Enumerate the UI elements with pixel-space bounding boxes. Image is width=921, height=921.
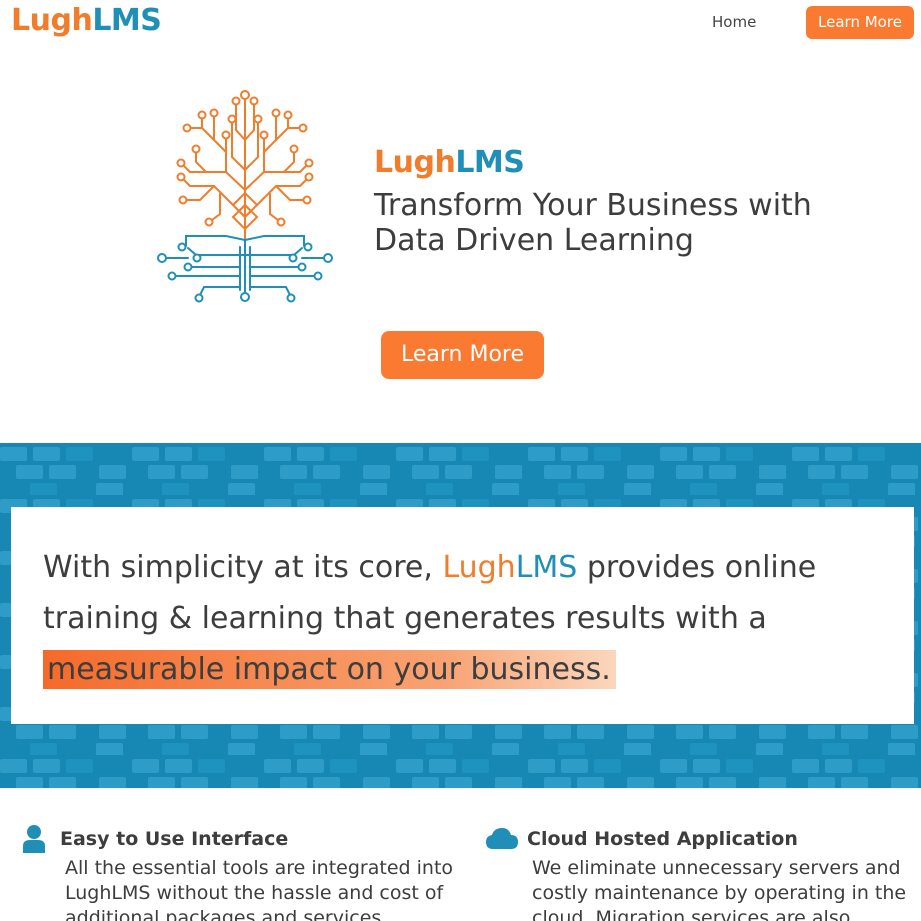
- hero-learn-more-button[interactable]: Learn More: [381, 331, 544, 379]
- mission-highlight: measurable impact on your business.: [43, 650, 616, 689]
- circuit-tree-icon: [157, 90, 333, 303]
- site-header: LughLMS Home Learn More: [0, 0, 921, 48]
- site-logo[interactable]: LughLMS: [11, 3, 162, 38]
- hero-tagline: Transform Your Business with Data Driven…: [374, 188, 812, 258]
- feature-title-cloud: Cloud Hosted Application: [527, 828, 798, 850]
- hero-brand-lugh: Lugh: [374, 145, 456, 180]
- mission-statement: With simplicity at its core, LughLMS pro…: [43, 542, 893, 695]
- cloud-icon: [486, 828, 518, 849]
- hero-brand-title: LughLMS: [374, 145, 525, 180]
- mission-brand-lms: LMS: [515, 550, 578, 585]
- feature-text-easy: All the essential tools are integrated i…: [65, 857, 454, 921]
- logo-part-lms: LMS: [92, 3, 162, 38]
- user-icon: [23, 825, 45, 853]
- logo-part-lugh: Lugh: [11, 3, 93, 38]
- mission-text-before: With simplicity at its core,: [43, 550, 443, 585]
- feature-title-easy: Easy to Use Interface: [60, 828, 289, 850]
- feature-text-cloud: We eliminate unnecessary servers and cos…: [532, 857, 907, 921]
- nav-learn-more-button[interactable]: Learn More: [806, 6, 914, 39]
- mission-brand-lugh: Lugh: [442, 550, 516, 585]
- nav-home-link[interactable]: Home: [712, 13, 756, 31]
- hero-brand-lms: LMS: [455, 145, 525, 180]
